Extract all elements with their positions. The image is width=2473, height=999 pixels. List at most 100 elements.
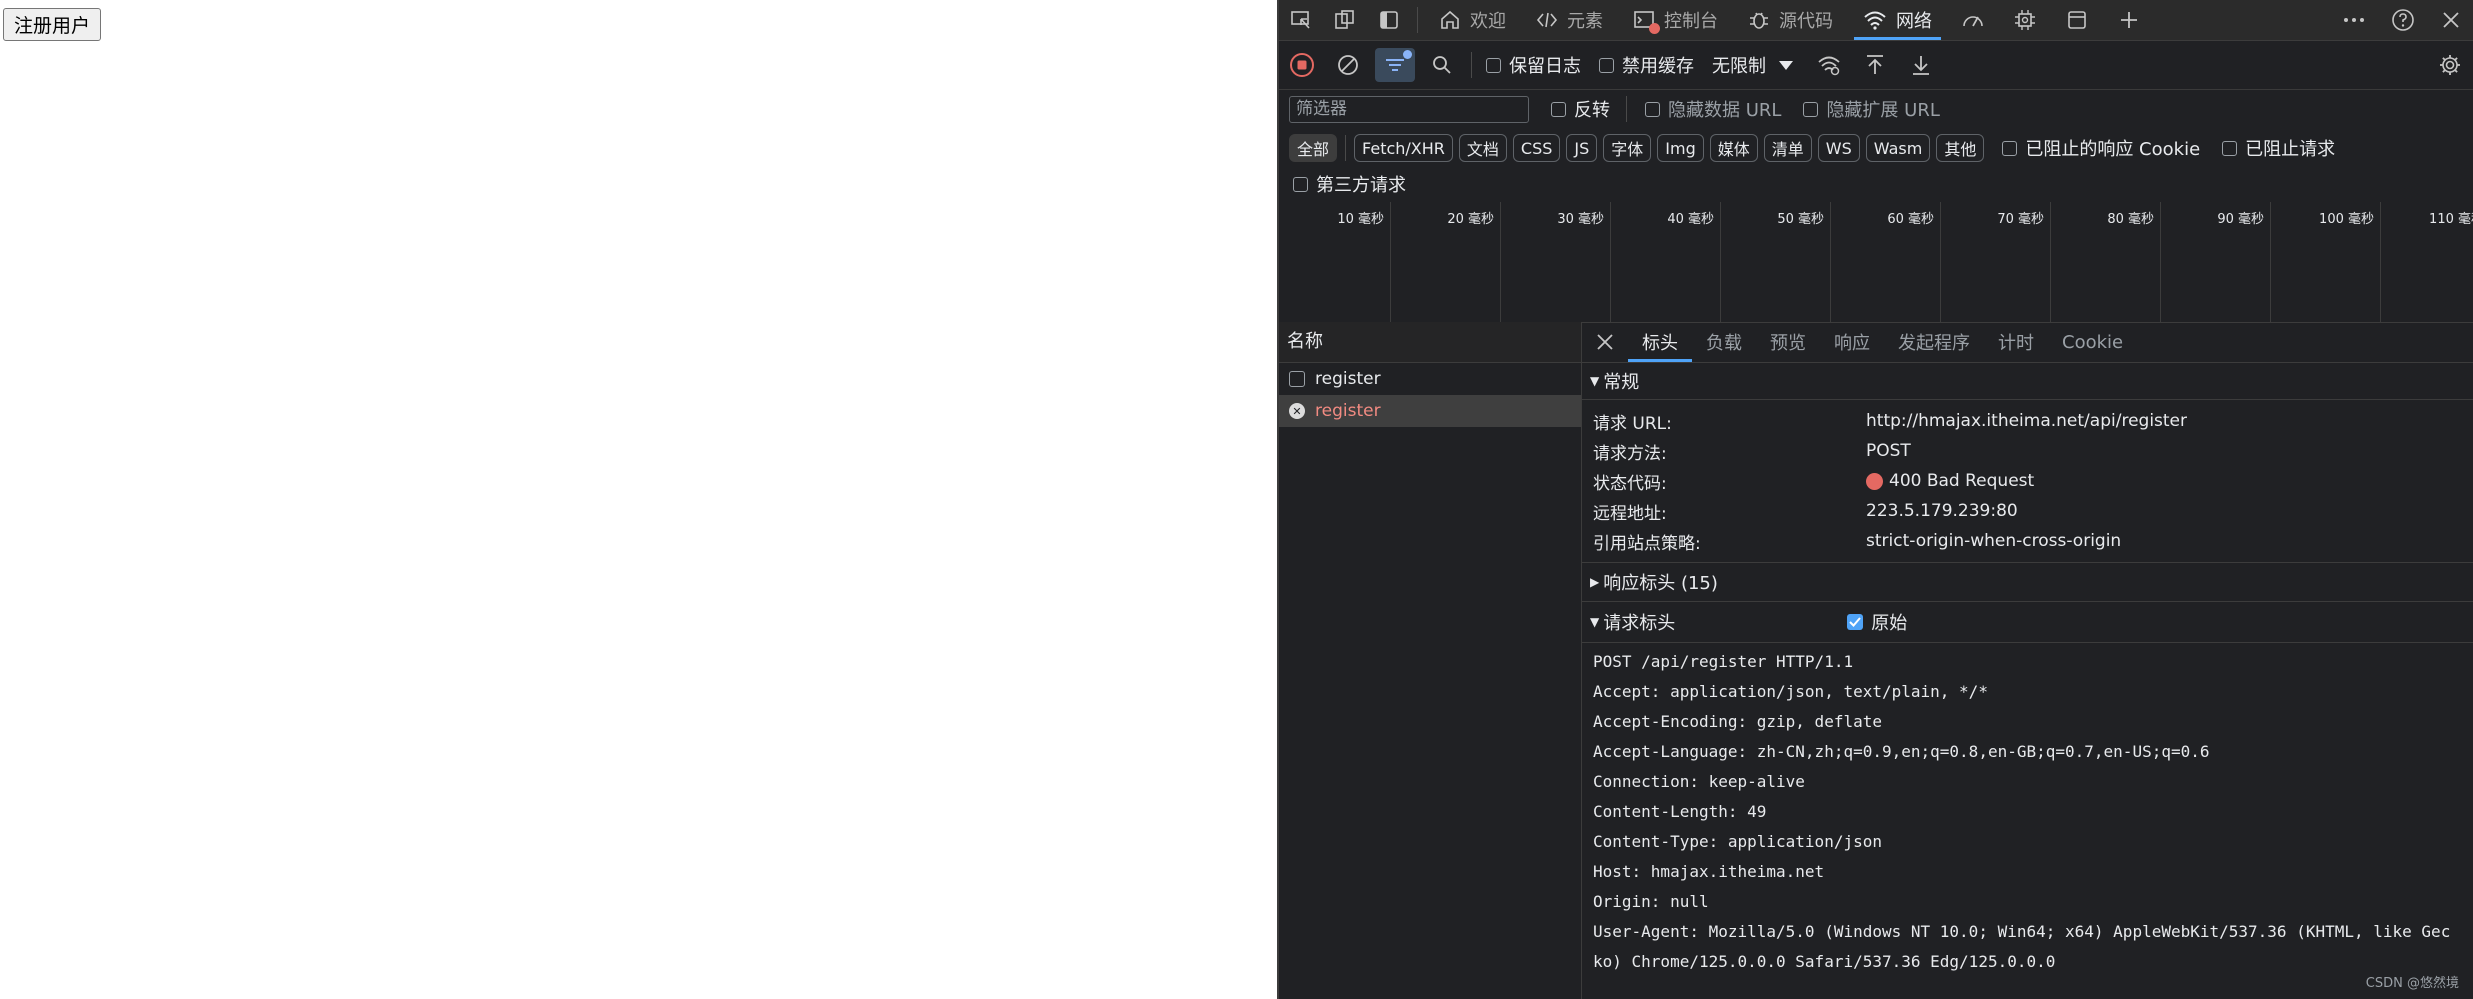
register-user-button[interactable]: 注册用户 — [3, 8, 102, 41]
kv-key: 状态代码: — [1593, 473, 1667, 494]
hide-extension-urls-label: 隐藏扩展 URL — [1826, 100, 1940, 121]
request-row[interactable]: register — [1279, 363, 1581, 395]
tab-network[interactable]: 网络 — [1848, 0, 1947, 40]
kv-row: 引用站点策略: strict-origin-when-cross-origin — [1582, 526, 2473, 556]
kv-row: 状态代码: 400 Bad Request — [1582, 466, 2473, 496]
kv-key: 远程地址: — [1593, 503, 1667, 524]
type-chip-fetch-xhr[interactable]: Fetch/XHR — [1354, 134, 1453, 162]
tab-welcome[interactable]: 欢迎 — [1424, 0, 1521, 40]
request-url-value: http://hmajax.itheima.net/api/register — [1866, 411, 2188, 431]
tab-headers[interactable]: 标头 — [1628, 322, 1692, 362]
third-party-row: 第三方请求 — [1279, 167, 2473, 201]
timeline-tick: 20 毫秒 — [1391, 202, 1501, 322]
name-column-header[interactable]: 名称 — [1279, 322, 1581, 363]
status-code-value: 400 Bad Request — [1866, 471, 2034, 491]
detail-tab-bar: 标头 负载 预览 响应 发起程序 计时 Cookie — [1582, 322, 2473, 363]
import-har-icon[interactable] — [1852, 54, 1898, 76]
request-name: register — [1315, 401, 1381, 421]
tab-preview[interactable]: 预览 — [1756, 322, 1820, 362]
hide-extension-urls-checkbox[interactable] — [1803, 101, 1819, 117]
tab-cookies[interactable]: Cookie — [2048, 322, 2137, 362]
raw-checkbox[interactable] — [1847, 614, 1864, 630]
type-chip-font[interactable]: 字体 — [1603, 134, 1652, 162]
close-details-icon[interactable] — [1582, 333, 1628, 351]
network-conditions-icon[interactable] — [1806, 54, 1852, 76]
network-timeline[interactable]: 10 毫秒 20 毫秒 30 毫秒 40 毫秒 50 毫秒 60 毫秒 70 毫… — [1281, 202, 2473, 323]
settings-gear-icon[interactable] — [2425, 53, 2473, 77]
preserve-log-label: 保留日志 — [1509, 56, 1581, 77]
filter-divider — [1626, 96, 1627, 122]
status-text: 400 Bad Request — [1889, 471, 2035, 491]
general-section-header[interactable]: ▼ 常规 — [1582, 363, 2473, 400]
clear-icon[interactable] — [1325, 53, 1371, 77]
device-emulation-icon[interactable] — [1323, 9, 1367, 31]
tab-label: 欢迎 — [1470, 11, 1506, 32]
general-rows: 请求 URL: http://hmajax.itheima.net/api/reg… — [1582, 400, 2473, 563]
dock-side-icon[interactable] — [1367, 9, 1411, 31]
filter-toggle-icon[interactable] — [1375, 48, 1415, 82]
close-devtools-icon[interactable] — [2427, 11, 2473, 29]
throttling-select[interactable]: 无限制 — [1712, 52, 1766, 78]
type-chip-all[interactable]: 全部 — [1289, 134, 1338, 162]
tab-elements[interactable]: 元素 — [1521, 0, 1618, 40]
referrer-policy-value: strict-origin-when-cross-origin — [1866, 531, 2122, 551]
help-icon[interactable] — [2379, 8, 2427, 32]
response-headers-section-header[interactable]: ▶ 响应标头 (15) — [1582, 563, 2473, 602]
tab-sources[interactable]: 源代码 — [1733, 0, 1848, 40]
error-badge-icon — [1649, 23, 1660, 34]
type-chip-js[interactable]: JS — [1566, 134, 1598, 162]
invert-checkbox[interactable] — [1551, 101, 1566, 117]
kv-row: 远程地址: 223.5.179.239:80 — [1582, 496, 2473, 526]
cpu-icon[interactable] — [1999, 9, 2051, 31]
request-row-selected[interactable]: ✕ register — [1279, 395, 1581, 427]
tab-console[interactable]: 控制台 — [1618, 0, 1733, 40]
type-chip-media[interactable]: 媒体 — [1709, 134, 1758, 162]
toolbar-divider — [1471, 52, 1472, 78]
tab-label: 网络 — [1896, 11, 1932, 32]
type-chip-doc[interactable]: 文档 — [1458, 134, 1507, 162]
add-tab-icon[interactable] — [2103, 10, 2155, 30]
chip-divider — [1345, 135, 1347, 161]
performance-icon[interactable] — [1947, 9, 1999, 31]
preserve-log-checkbox[interactable] — [1486, 57, 1501, 73]
application-icon[interactable] — [2051, 9, 2103, 31]
resource-type-filters: 全部 Fetch/XHR 文档 CSS JS 字体 Img 媒体 清单 WS W… — [1279, 129, 2473, 167]
tab-timing[interactable]: 计时 — [1984, 322, 2048, 362]
request-method-value: POST — [1866, 441, 1911, 461]
more-options-icon[interactable] — [2329, 17, 2379, 23]
blocked-cookies-checkbox[interactable] — [2002, 140, 2018, 156]
tab-initiator[interactable]: 发起程序 — [1884, 322, 1984, 362]
type-chip-manifest[interactable]: 清单 — [1763, 134, 1812, 162]
timeline-tick: 40 毫秒 — [1611, 202, 1721, 322]
type-chip-wasm[interactable]: Wasm — [1865, 134, 1931, 162]
filter-input[interactable] — [1289, 95, 1529, 123]
tab-response[interactable]: 响应 — [1820, 322, 1884, 362]
devtools-tab-bar: 欢迎 元素 控制台 源代码 网络 — [1279, 0, 2473, 41]
chevron-down-icon[interactable] — [1766, 59, 1806, 71]
blocked-requests-checkbox[interactable] — [2222, 140, 2238, 156]
type-chip-ws[interactable]: WS — [1817, 134, 1860, 162]
raw-label: 原始 — [1871, 613, 1908, 634]
type-chip-other[interactable]: 其他 — [1936, 134, 1985, 162]
hide-data-urls-checkbox[interactable] — [1645, 101, 1660, 117]
triangle-down-icon: ▼ — [1590, 615, 1600, 629]
export-har-icon[interactable] — [1898, 54, 1944, 76]
third-party-checkbox[interactable] — [1293, 176, 1308, 192]
section-title: 常规 — [1603, 372, 1640, 393]
stop-recording-icon[interactable] — [1279, 52, 1325, 78]
network-toolbar: 保留日志 禁用缓存 无限制 — [1279, 41, 2473, 90]
disable-cache-checkbox[interactable] — [1599, 57, 1614, 73]
hide-data-urls-label: 隐藏数据 URL — [1668, 100, 1782, 121]
home-icon — [1439, 9, 1461, 31]
tab-payload[interactable]: 负载 — [1692, 322, 1756, 362]
code-icon — [1536, 9, 1558, 31]
watermark: CSDN @悠然境 — [2365, 976, 2459, 991]
timeline-tick: 80 毫秒 — [2051, 202, 2161, 322]
request-headers-section-header[interactable]: ▼ 请求标头 原始 — [1582, 602, 2473, 643]
type-chip-css[interactable]: CSS — [1512, 134, 1561, 162]
inspect-element-icon[interactable] — [1279, 9, 1323, 31]
type-chip-img[interactable]: Img — [1657, 134, 1704, 162]
kv-row: 请求方法: POST — [1582, 436, 2473, 466]
request-details: 标头 负载 预览 响应 发起程序 计时 Cookie ▼ 常规 请求 URL: h… — [1582, 322, 2473, 999]
search-icon[interactable] — [1419, 54, 1465, 76]
